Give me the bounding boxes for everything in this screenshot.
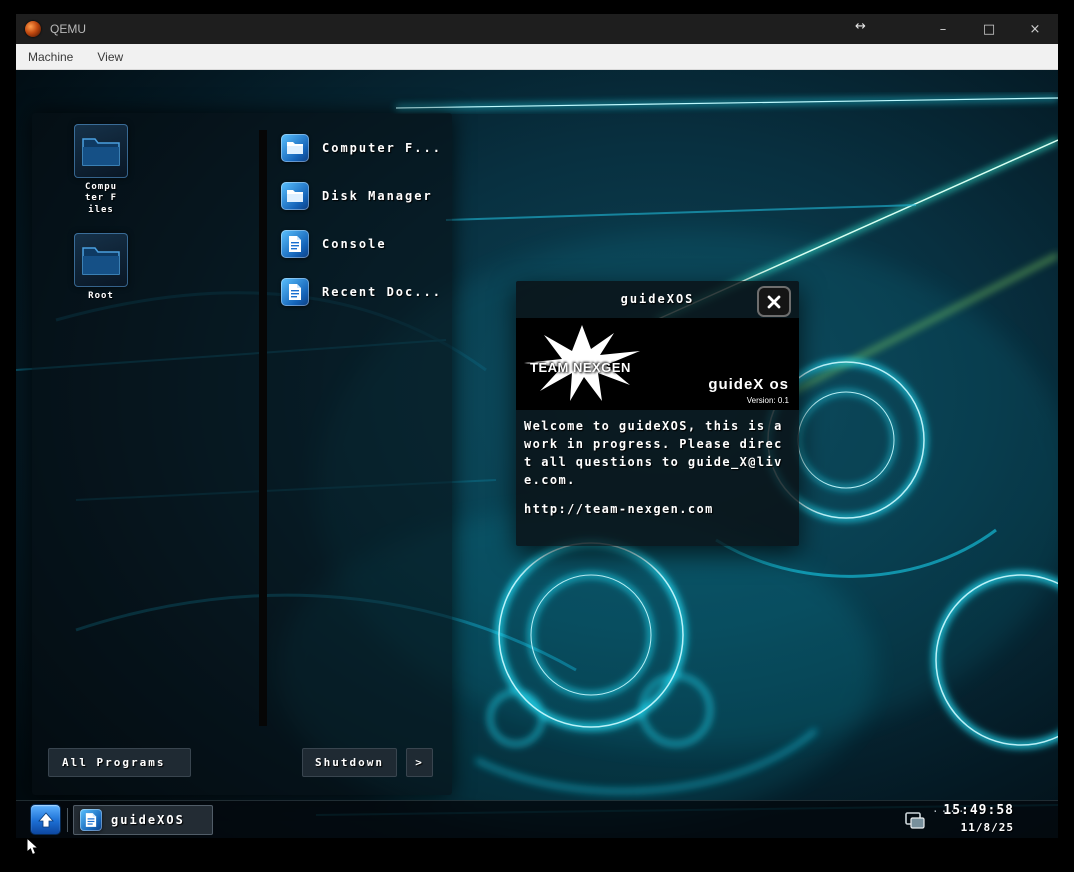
- taskbar-clock[interactable]: 15:49:58 11/8/25: [943, 802, 1014, 836]
- guidexos-dialog: guideXOS TEAM NEXGEN guideX os Version: …: [516, 281, 799, 546]
- dialog-logo-block: TEAM NEXGEN guideX os Version: 0.1: [516, 318, 799, 410]
- dialog-titlebar[interactable]: guideXOS: [516, 281, 799, 318]
- all-programs-button[interactable]: All Programs: [48, 748, 191, 777]
- taskbar-item-guidexos[interactable]: guideXOS: [73, 805, 213, 835]
- qemu-window: QEMU ↔ – □ × Machine View: [16, 14, 1058, 838]
- start-button[interactable]: [30, 804, 61, 835]
- maximize-button[interactable]: □: [966, 14, 1012, 44]
- document-icon: [281, 230, 309, 258]
- document-icon: [281, 278, 309, 306]
- start-menu-panel: Computer Files Root: [32, 113, 452, 795]
- menu-machine[interactable]: Machine: [28, 50, 73, 64]
- team-nexgen-logo-text: TEAM NEXGEN: [530, 360, 631, 375]
- resize-arrow-icon: ↔: [855, 19, 866, 34]
- window-controls: – □ ×: [920, 14, 1058, 44]
- folder-icon: [281, 134, 309, 162]
- version-label: Version: 0.1: [747, 396, 789, 405]
- display-tray-icon[interactable]: [902, 807, 928, 833]
- minimize-button[interactable]: –: [920, 14, 966, 44]
- dialog-close-button[interactable]: [757, 286, 791, 317]
- menu-item-disk-manager[interactable]: Disk Manager: [281, 181, 433, 211]
- menu-item-recent-documents[interactable]: Recent Doc...: [281, 277, 442, 307]
- dialog-body-text: Welcome to guideXOS, this is a work in p…: [516, 410, 799, 489]
- menu-item-console[interactable]: Console: [281, 229, 387, 259]
- close-button[interactable]: ×: [1012, 14, 1058, 44]
- brand-name: guideX os: [708, 376, 789, 393]
- document-icon: [80, 809, 102, 831]
- dialog-website-link[interactable]: http://team-nexgen.com: [516, 502, 799, 516]
- window-title: QEMU: [50, 22, 86, 36]
- folder-icon: [74, 233, 128, 287]
- taskbar-item-label: guideXOS: [111, 813, 185, 827]
- shortcut-label: Computer Files: [66, 182, 136, 216]
- close-icon: [767, 295, 781, 309]
- shortcut-root[interactable]: Root: [66, 233, 136, 302]
- up-arrow-icon: [37, 811, 55, 829]
- menu-view[interactable]: View: [97, 50, 123, 64]
- shutdown-more-button[interactable]: >: [406, 748, 433, 777]
- vm-display: Computer Files Root: [16, 70, 1058, 838]
- shortcut-label: Root: [66, 291, 136, 302]
- qemu-logo-icon: [25, 21, 41, 37]
- shutdown-button[interactable]: Shutdown: [302, 748, 397, 777]
- clock-time: 15:49:58: [943, 802, 1014, 820]
- screen: QEMU ↔ – □ × Machine View: [0, 0, 1074, 872]
- qemu-titlebar[interactable]: QEMU ↔ – □ ×: [16, 14, 1058, 44]
- mouse-cursor: [26, 838, 40, 856]
- clock-date: 11/8/25: [943, 820, 1014, 836]
- qemu-menubar: Machine View: [16, 44, 1058, 70]
- shortcut-computer-files[interactable]: Computer Files: [66, 124, 136, 216]
- menu-item-computer-files[interactable]: Computer F...: [281, 133, 442, 163]
- start-menu-divider: [259, 130, 267, 726]
- taskbar: guideXOS ···· 15:49:58 11/8/25: [16, 800, 1058, 838]
- folder-icon: [281, 182, 309, 210]
- taskbar-separator: [67, 808, 68, 832]
- folder-icon: [74, 124, 128, 178]
